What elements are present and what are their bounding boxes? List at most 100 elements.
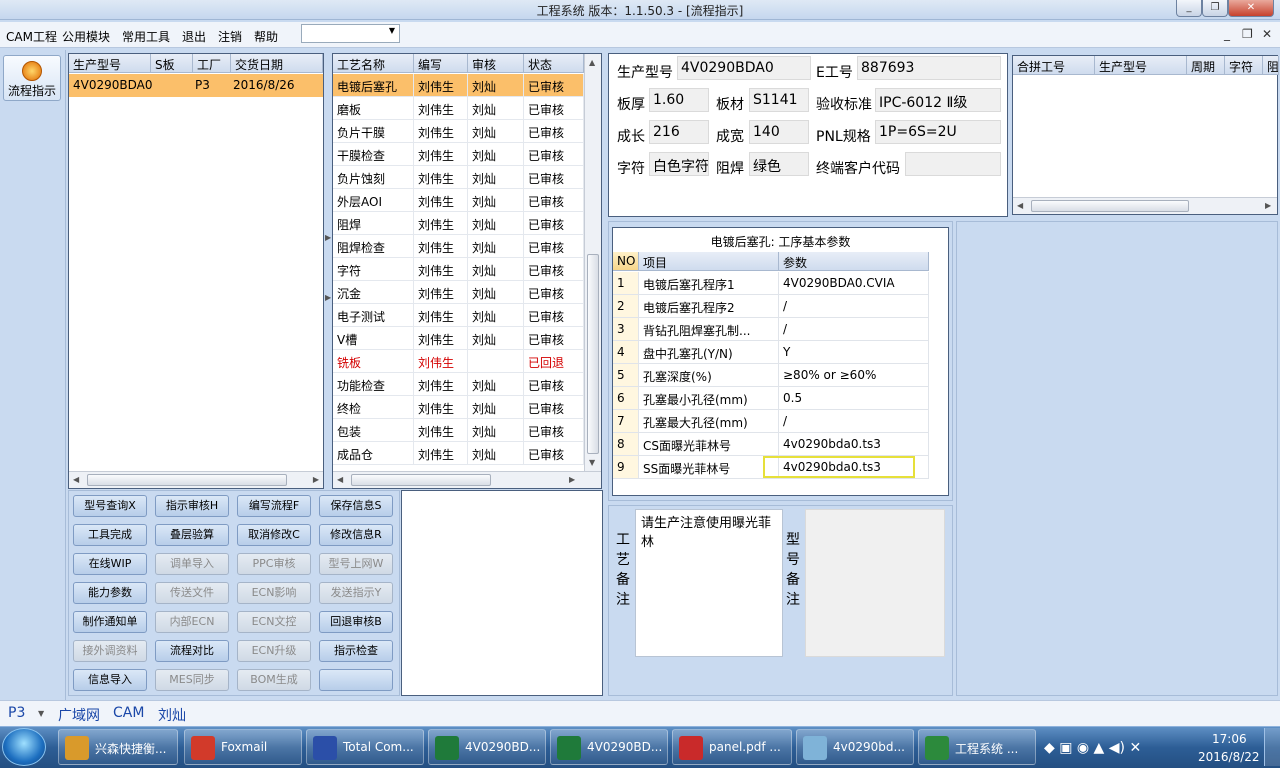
action-button[interactable]: 传送文件 bbox=[155, 582, 229, 604]
process-notes-text[interactable]: 请生产注意使用曝光菲林 bbox=[635, 509, 783, 657]
process-row[interactable]: 沉金 刘伟生 刘灿 已审核 bbox=[333, 281, 584, 304]
action-button[interactable]: 调单导入 bbox=[155, 553, 229, 575]
merge-hscroll-thumb[interactable] bbox=[1031, 200, 1189, 212]
material-field[interactable]: S1141 bbox=[749, 88, 809, 112]
taskbar-app[interactable]: 兴森快捷衡... bbox=[58, 729, 178, 765]
clock-time[interactable]: 17:06 bbox=[1212, 732, 1247, 746]
process-row[interactable]: V槽 刘伟生 刘灿 已审核 bbox=[333, 327, 584, 350]
process-row[interactable]: 外层AOI 刘伟生 刘灿 已审核 bbox=[333, 189, 584, 212]
process-row[interactable]: 成品仓 刘伟生 刘灿 已审核 bbox=[333, 442, 584, 465]
taskbar-app[interactable]: Foxmail bbox=[184, 729, 302, 765]
param-row[interactable]: 8 CS面曝光菲林号 4v0290bda0.ts3 bbox=[613, 433, 929, 456]
orders-col-date[interactable]: 交货日期 bbox=[231, 54, 323, 73]
action-button[interactable]: 接外调资料 bbox=[73, 640, 147, 662]
action-button[interactable]: 指示审核H bbox=[155, 495, 229, 517]
length-field[interactable]: 216 bbox=[649, 120, 709, 144]
menu-dropdown[interactable]: ▼ bbox=[301, 24, 400, 43]
action-button[interactable]: 型号查询X bbox=[73, 495, 147, 517]
process-col-name[interactable]: 工艺名称 bbox=[333, 54, 414, 73]
action-button[interactable]: 回退审核B bbox=[319, 611, 393, 633]
process-row[interactable]: 阻焊 刘伟生 刘灿 已审核 bbox=[333, 212, 584, 235]
param-row[interactable]: 9 SS面曝光菲林号 4v0290bda0.ts3 bbox=[613, 456, 929, 479]
params-col-no[interactable]: NO bbox=[613, 252, 639, 271]
char-field[interactable]: 白色字符 bbox=[649, 152, 709, 176]
action-button[interactable]: 内部ECN bbox=[155, 611, 229, 633]
orders-row[interactable]: 4V0290BDA0 P3 2016/8/26 bbox=[69, 74, 323, 97]
taskbar-app[interactable]: 工程系统 ... bbox=[918, 729, 1036, 765]
process-hscroll-thumb[interactable] bbox=[351, 474, 491, 486]
action-button[interactable]: ECN文控 bbox=[237, 611, 311, 633]
process-row[interactable]: 电镀后塞孔 刘伟生 刘灿 已审核 bbox=[333, 74, 584, 97]
mdi-restore-button[interactable]: ❐ bbox=[1242, 27, 1253, 41]
param-row[interactable]: 7 孔塞最大孔径(mm) / bbox=[613, 410, 929, 433]
action-button[interactable]: 能力参数 bbox=[73, 582, 147, 604]
start-button[interactable] bbox=[2, 728, 46, 766]
orders-col-factory[interactable]: 工厂 bbox=[193, 54, 231, 73]
process-row[interactable]: 包装 刘伟生 刘灿 已审核 bbox=[333, 419, 584, 442]
orders-col-model[interactable]: 生产型号 bbox=[69, 54, 151, 73]
menu-tools[interactable]: 常用工具 bbox=[122, 28, 170, 45]
eno-field[interactable]: 887693 bbox=[857, 56, 1001, 80]
merge-hscroll[interactable]: ◀ ▶ bbox=[1013, 197, 1277, 214]
action-button[interactable]: 叠层验算 bbox=[155, 524, 229, 546]
process-vscroll[interactable]: ▲ ▼ bbox=[584, 54, 601, 471]
action-button[interactable]: 发送指示Y bbox=[319, 582, 393, 604]
action-button[interactable]: 取消修改C bbox=[237, 524, 311, 546]
menu-public[interactable]: 公用模块 bbox=[62, 28, 110, 45]
close-button[interactable]: ✕ bbox=[1228, 0, 1274, 17]
menu-logout[interactable]: 注销 bbox=[218, 28, 242, 45]
taskbar-app[interactable]: Total Com... bbox=[306, 729, 424, 765]
param-row[interactable]: 2 电镀后塞孔程序2/ bbox=[613, 295, 929, 318]
taskbar-app[interactable]: 4v0290bd... bbox=[796, 729, 914, 765]
action-button[interactable]: MES同步 bbox=[155, 669, 229, 691]
process-row[interactable]: 阻焊检查 刘伟生 刘灿 已审核 bbox=[333, 235, 584, 258]
action-button[interactable]: 流程对比 bbox=[155, 640, 229, 662]
clock-date[interactable]: 2016/8/22 bbox=[1198, 750, 1260, 764]
params-col-value[interactable]: 参数 bbox=[779, 252, 929, 271]
action-button[interactable]: 制作通知单 bbox=[73, 611, 147, 633]
param-row[interactable]: 5 孔塞深度(%) ≥80% or ≥60% bbox=[613, 364, 929, 387]
action-button[interactable]: 工具完成 bbox=[73, 524, 147, 546]
endcust-field[interactable] bbox=[905, 152, 1001, 176]
status-factory[interactable]: P3 bbox=[8, 705, 25, 721]
process-row[interactable]: 字符 刘伟生 刘灿 已审核 bbox=[333, 258, 584, 281]
process-col-reviewer[interactable]: 审核 bbox=[468, 54, 524, 73]
param-row[interactable]: 1 电镀后塞孔程序1 4V0290BDA0.CVIA bbox=[613, 272, 929, 295]
mdi-minimize-button[interactable]: _ bbox=[1224, 27, 1230, 41]
action-button[interactable]: ECN升级 bbox=[237, 640, 311, 662]
tray-icons[interactable]: ◆ ▣ ◉ ▲ ◀) ✕ bbox=[1044, 740, 1141, 756]
process-row[interactable]: 干膜检查 刘伟生 刘灿 已审核 bbox=[333, 143, 584, 166]
model-notes-text[interactable] bbox=[805, 509, 945, 657]
process-hscroll[interactable]: ◀ ▶ bbox=[333, 471, 601, 488]
action-button[interactable]: PPC审核 bbox=[237, 553, 311, 575]
merge-col-char[interactable]: 字符 bbox=[1225, 56, 1263, 75]
flow-indicator-button[interactable]: 流程指示 bbox=[3, 55, 61, 101]
action-button[interactable]: BOM生成 bbox=[237, 669, 311, 691]
minimize-button[interactable]: _ bbox=[1176, 0, 1202, 17]
merge-col-model[interactable]: 生产型号 bbox=[1095, 56, 1187, 75]
action-button[interactable]: 指示检查 bbox=[319, 640, 393, 662]
process-row[interactable]: 负片蚀刻 刘伟生 刘灿 已审核 bbox=[333, 166, 584, 189]
action-button[interactable]: 修改信息R bbox=[319, 524, 393, 546]
process-col-writer[interactable]: 编写 bbox=[414, 54, 468, 73]
action-button[interactable]: 信息导入 bbox=[73, 669, 147, 691]
process-col-status[interactable]: 状态 bbox=[524, 54, 584, 73]
param-row[interactable]: 6 孔塞最小孔径(mm) 0.5 bbox=[613, 387, 929, 410]
params-col-item[interactable]: 项目 bbox=[639, 252, 779, 271]
action-button[interactable]: 在线WIP bbox=[73, 553, 147, 575]
action-button[interactable]: 编写流程F bbox=[237, 495, 311, 517]
process-row[interactable]: 负片干膜 刘伟生 刘灿 已审核 bbox=[333, 120, 584, 143]
merge-col-cycle[interactable]: 周期 bbox=[1187, 56, 1225, 75]
process-row[interactable]: 磨板 刘伟生 刘灿 已审核 bbox=[333, 97, 584, 120]
menu-cam[interactable]: CAM工程 bbox=[6, 28, 57, 45]
orders-hscroll-thumb[interactable] bbox=[87, 474, 287, 486]
action-button[interactable]: ECN影响 bbox=[237, 582, 311, 604]
menu-exit[interactable]: 退出 bbox=[182, 28, 206, 45]
orders-hscroll[interactable]: ◀ ▶ bbox=[69, 471, 323, 488]
action-button[interactable]: 保存信息S bbox=[319, 495, 393, 517]
taskbar-app[interactable]: panel.pdf ... bbox=[672, 729, 792, 765]
taskbar-app[interactable]: 4V0290BD... bbox=[428, 729, 546, 765]
width-field[interactable]: 140 bbox=[749, 120, 809, 144]
mask-field[interactable]: 绿色 bbox=[749, 152, 809, 176]
menu-help[interactable]: 帮助 bbox=[254, 28, 278, 45]
